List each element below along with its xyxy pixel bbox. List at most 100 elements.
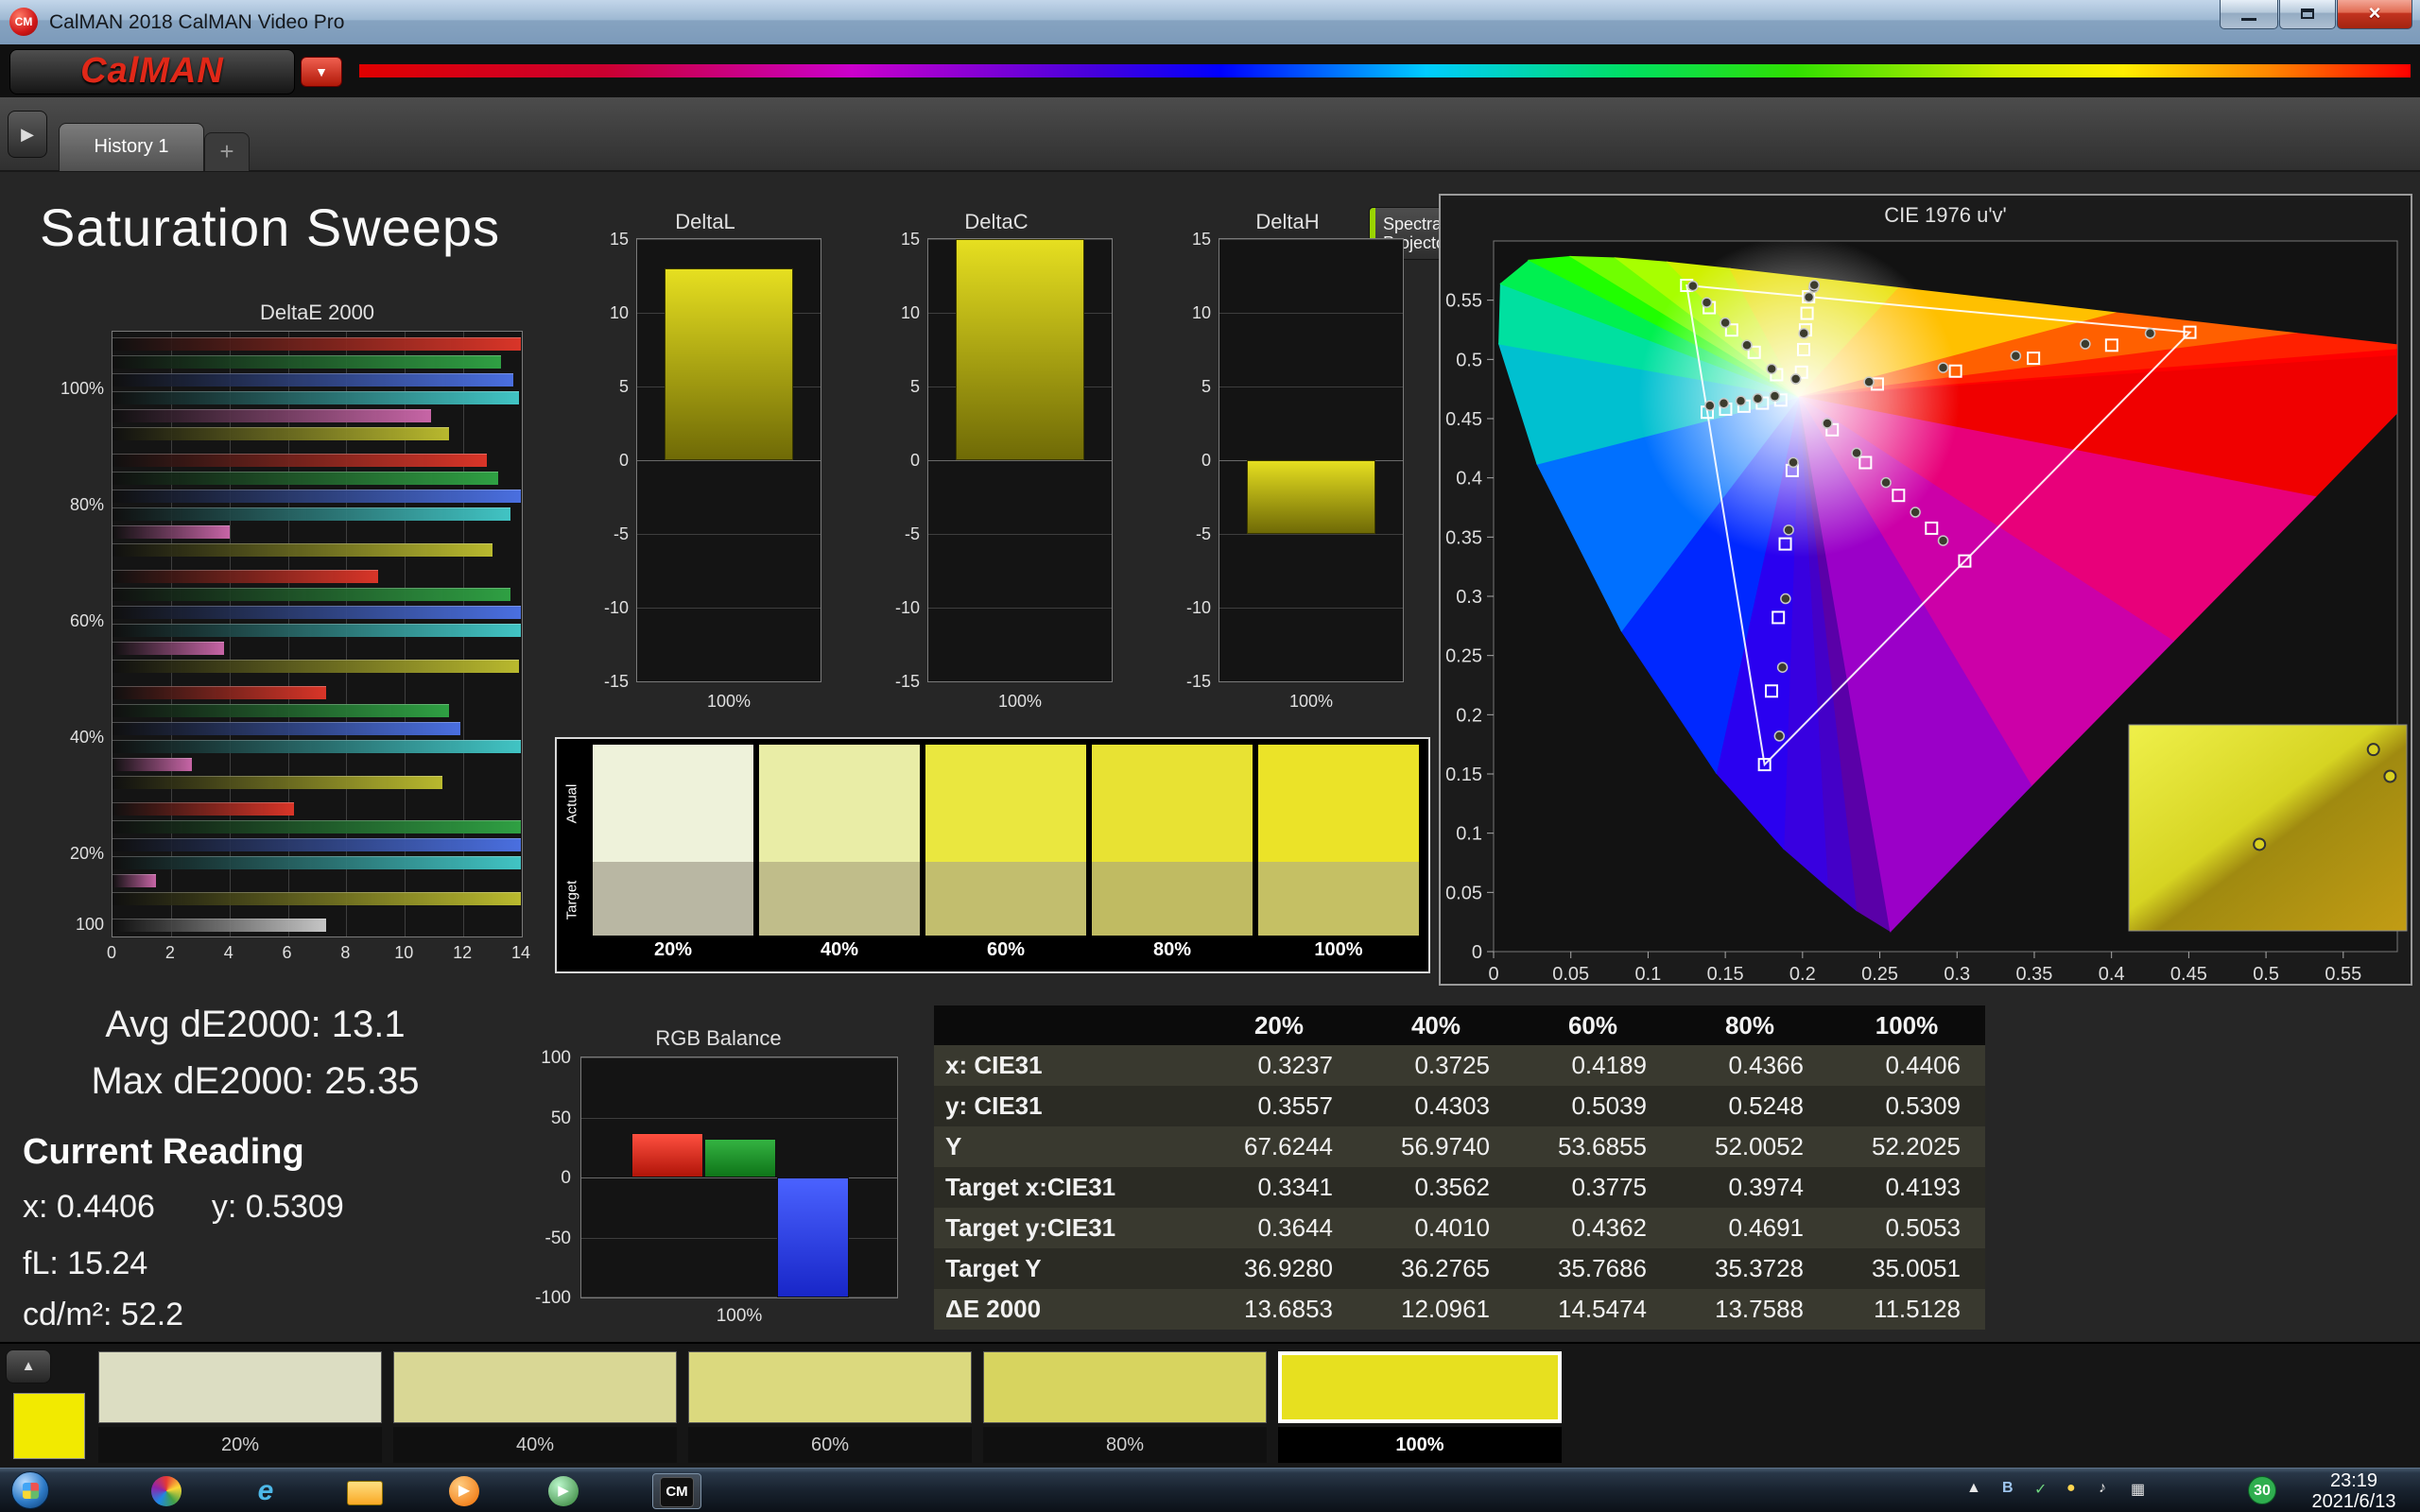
windows-taskbar: e ▶ ▶ CM ▲ B ✓ ● ♪ ▦ 30 23:19 2021/6/13 [0, 1468, 2420, 1512]
compare-col-label: 60% [925, 939, 1086, 961]
sweep-level-swatch[interactable] [688, 1351, 972, 1423]
cie-y-tick: 0.05 [1445, 883, 1482, 903]
table-col-header: 60% [1514, 1005, 1671, 1045]
table-value-cell: 14.5474 [1514, 1289, 1671, 1330]
sweep-strip: ▲ 20%40%60%80%100% ▲ ■ ▶ ⇄ ∞ ↻ « Back Ne… [0, 1342, 2420, 1469]
start-button[interactable] [11, 1471, 49, 1509]
clock-date: 2021/6/13 [2297, 1491, 2411, 1512]
grid-line [581, 1118, 897, 1119]
bluetooth-icon[interactable]: B [2002, 1480, 2014, 1497]
rainbow-gradient-strip [359, 64, 2411, 77]
table-corner-cell [934, 1005, 1201, 1045]
close-button[interactable]: × [2337, 0, 2412, 29]
taskbar-app-1[interactable] [142, 1473, 191, 1509]
current-xy: x: 0.4406y: 0.5309 [23, 1189, 401, 1226]
deltae-bar-red [112, 337, 521, 351]
volume-icon[interactable]: ♪ [2099, 1480, 2106, 1497]
notification-badge[interactable]: 30 [2248, 1476, 2276, 1504]
cie-x-tick: 0.45 [2170, 964, 2207, 984]
tab-history-1[interactable]: History 1 [59, 123, 204, 171]
deltaC-chart: DeltaC 151050-5-10-15 100% [874, 206, 1118, 721]
target-swatch [925, 862, 1086, 936]
taskbar-app-2[interactable]: ▶ [539, 1473, 588, 1509]
sweep-level-label[interactable]: 60% [688, 1427, 972, 1463]
security-shield-icon[interactable]: ✓ [2034, 1480, 2047, 1499]
deltae-bar-magenta [112, 874, 156, 887]
cie-measured-dot [1688, 282, 1698, 291]
cie-x-tick: 0.35 [2015, 964, 2052, 984]
logo-menu-button[interactable]: ▼ [301, 57, 342, 87]
deltae2000-chart-title: DeltaE 2000 [112, 301, 523, 325]
strip-collapse-button[interactable]: ▲ [6, 1349, 51, 1383]
y-tick-label: -10 [1166, 598, 1211, 618]
table-value-cell: 0.3775 [1514, 1167, 1671, 1208]
tab-add-button[interactable]: + [204, 132, 250, 171]
table-row-label: Target y:CIE31 [934, 1208, 1201, 1248]
cie-measured-dot [1770, 391, 1779, 401]
x-tick-label: 0 [97, 943, 126, 963]
deltaL-plot [636, 238, 821, 682]
y-tick-label: 0 [1166, 451, 1211, 471]
table-col-header: 40% [1357, 1005, 1514, 1045]
table-value-cell: 0.4303 [1357, 1086, 1514, 1126]
sweep-level-label[interactable]: 100% [1278, 1427, 1562, 1463]
network-icon[interactable]: ▦ [2131, 1480, 2145, 1499]
taskbar-explorer[interactable] [340, 1473, 389, 1509]
sweep-level-label[interactable]: 40% [393, 1427, 677, 1463]
x-tick-label: 14 [507, 943, 535, 963]
grid-line [928, 534, 1112, 535]
y-tick-label: 10 [1166, 303, 1211, 323]
cie-y-tick: 0.5 [1456, 350, 1482, 370]
y-group-label: 40% [55, 728, 104, 747]
rgb-balance-y-axis: 100500-50-100 [510, 1057, 575, 1298]
compare-col-label: 20% [593, 939, 753, 961]
y-tick-label: -10 [583, 598, 629, 618]
taskbar-clock[interactable]: 23:19 2021/6/13 [2297, 1470, 2411, 1512]
grid-line [928, 608, 1112, 609]
deltae-bar-gray [112, 919, 326, 932]
sweep-level-swatch[interactable] [393, 1351, 677, 1423]
rgb-bar-blue [777, 1177, 849, 1297]
cie-y-tick: 0.25 [1445, 646, 1482, 667]
grid-line [928, 681, 1112, 682]
table-value-cell: 0.4366 [1671, 1045, 1828, 1086]
rgb-balance-chart: RGB Balance 100500-50-100 100% [510, 1026, 926, 1338]
cie-zoom-inset [2129, 725, 2407, 931]
taskbar-media-player[interactable]: ▶ [440, 1473, 489, 1509]
pane-toggle-button[interactable]: ▶ [8, 111, 47, 158]
table-value-cell: 11.5128 [1828, 1289, 1985, 1330]
cie-measured-dot [1910, 507, 1920, 517]
hidden-icons-chevron[interactable]: ▲ [1966, 1480, 1981, 1497]
sweep-level-label[interactable]: 20% [98, 1427, 382, 1463]
table-value-cell: 0.3237 [1201, 1045, 1357, 1086]
maximize-button[interactable] [2279, 0, 2336, 29]
table-value-cell: 0.4193 [1828, 1167, 1985, 1208]
deltae-bar-green [112, 355, 501, 369]
table-value-cell: 0.5248 [1671, 1086, 1828, 1126]
grid-line [581, 1057, 897, 1058]
deltae-bar-blue [112, 838, 521, 851]
minimize-button[interactable] [2220, 0, 2278, 29]
sweep-level-swatch[interactable] [1278, 1351, 1562, 1423]
taskbar-calman[interactable]: CM [652, 1473, 701, 1509]
table-value-cell: 0.4189 [1514, 1045, 1671, 1086]
x-tick-label: 6 [273, 943, 302, 963]
grid-line [928, 460, 1112, 461]
ie-icon: e [258, 1475, 274, 1506]
sweep-level-swatch[interactable] [983, 1351, 1267, 1423]
deltae2000-chart: DeltaE 2000 100%80%60%40%20%100 02468101… [55, 301, 532, 968]
cie-measured-dot [1939, 536, 1948, 545]
taskbar-browser[interactable]: e [241, 1473, 290, 1509]
target-swatch [1258, 862, 1419, 936]
table-value-cell: 35.3728 [1671, 1248, 1828, 1289]
update-icon[interactable]: ● [2066, 1480, 2076, 1497]
sweep-level-label[interactable]: 80% [983, 1427, 1267, 1463]
deltae-bar-blue [112, 722, 460, 735]
cie-measured-dot [1719, 399, 1728, 408]
deltae-bar-cyan [112, 740, 521, 753]
table-value-cell: 0.4406 [1828, 1045, 1985, 1086]
sweep-level-swatch[interactable] [98, 1351, 382, 1423]
cie-measured-dot [1791, 374, 1801, 384]
windows-flag-icon [23, 1483, 39, 1499]
target-swatch [593, 862, 753, 936]
